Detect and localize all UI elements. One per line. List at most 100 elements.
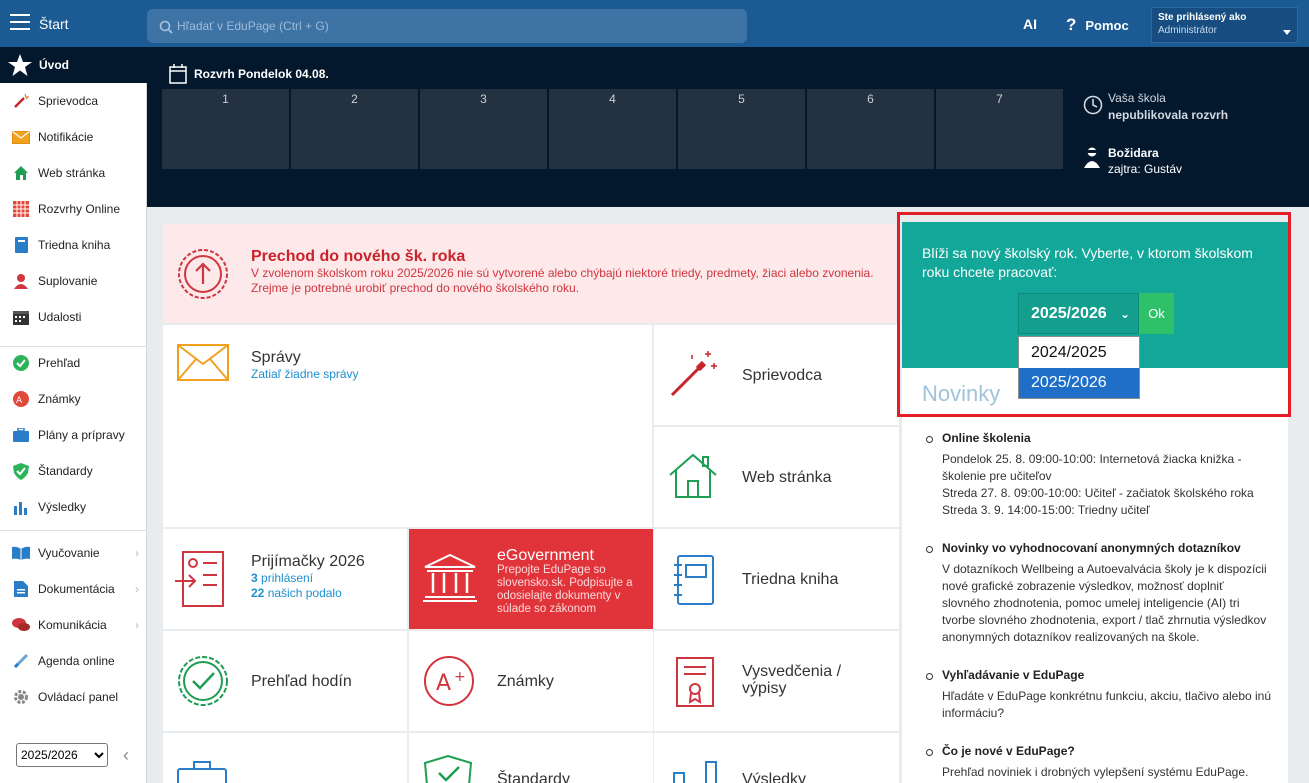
user-role: Administrátor (1158, 25, 1217, 36)
tile-title: Prijímačky 2026 (251, 553, 365, 570)
period-cell[interactable]: 4 (549, 89, 676, 169)
svg-text:A: A (16, 396, 23, 406)
collapse-sidebar-icon[interactable]: ‹ (123, 745, 129, 766)
sidebar-item-uvod[interactable]: Úvod (0, 47, 147, 83)
sidebar-item-suplovanie[interactable]: Suplovanie (0, 266, 147, 296)
year-dropdown-list: 2024/2025 2025/2026 (1018, 336, 1140, 399)
count-label: našich podalo (267, 586, 342, 600)
pen-icon (12, 652, 30, 670)
period-cell[interactable]: 2 (291, 89, 418, 169)
news-item-title: Čo je nové v EduPage? (924, 743, 1274, 760)
tile-prehlad-hodin[interactable]: Prehľad hodín (163, 631, 407, 731)
year-option-2025-2026[interactable]: 2025/2026 (1019, 368, 1139, 398)
sidebar-item-notifikacie[interactable]: Notifikácie (0, 122, 147, 152)
tile-web-stranka[interactable]: Web stránka (654, 427, 899, 527)
search-icon (159, 20, 173, 34)
start-label[interactable]: Štart (39, 16, 69, 32)
nameday-tomorrow: zajtra: Gustáv (1108, 162, 1183, 176)
sidebar-item-sprievodca[interactable]: Sprievodca (0, 86, 147, 116)
search-box[interactable] (147, 9, 747, 43)
sidebar-item-dokumentacia[interactable]: Dokumentácia › (0, 574, 147, 604)
envelope-icon (177, 344, 229, 381)
count-label: prihlásení (261, 571, 314, 585)
shield-check-icon (423, 755, 473, 783)
user-line-1: Ste prihlásený ako (1158, 12, 1247, 23)
period-cell[interactable]: 6 (807, 89, 934, 169)
sidebar-item-vysledky[interactable]: Výsledky (0, 492, 147, 522)
news-item[interactable]: Online školenia Pondelok 25. 8. 09:00-10… (924, 430, 1274, 519)
chat-bubbles-icon (12, 616, 30, 634)
tile-prijimacky[interactable]: Prijímačky 2026 3 prihlásení 22 našich p… (163, 529, 407, 629)
user-menu[interactable]: Ste prihlásený ako Administrátor (1151, 7, 1298, 43)
tile-plany[interactable] (163, 733, 407, 783)
tile-triedna-kniha[interactable]: Triedna kniha (654, 529, 899, 629)
sidebar-item-standardy[interactable]: Štandardy (0, 456, 147, 486)
tile-znamky[interactable]: A + Známky (409, 631, 653, 731)
tile-title: Vysvedčenia / výpisy (742, 663, 842, 697)
sidebar-item-vyucovanie[interactable]: Vyučovanie › (0, 538, 147, 568)
tile-spravy[interactable]: Správy Zatiaľ žiadne správy (163, 325, 652, 527)
year-transition-notice[interactable]: Prechod do nového šk. roka V zvolenom šk… (163, 224, 896, 323)
sidebar-item-label: Web stránka (38, 166, 106, 180)
sidebar-item-label: Suplovanie (38, 274, 98, 288)
news-item-body: Prehľad noviniek i drobných vylepšení sy… (942, 765, 1249, 779)
clock-icon (1083, 95, 1103, 115)
school-year-select[interactable]: 2025/2026 ⌄ (1018, 293, 1139, 334)
sidebar-item-web[interactable]: Web stránka (0, 158, 147, 188)
sidebar-divider (0, 346, 147, 347)
notice-title: Prechod do nového šk. roka (251, 248, 466, 265)
news-item[interactable]: Vyhľadávanie v EduPage Hľadáte v EduPage… (924, 667, 1274, 722)
calendar-icon (12, 308, 30, 326)
news-item-title: Novinky vo vyhodnocovaní anonymných dota… (924, 540, 1274, 557)
star-icon (8, 54, 32, 76)
nameday-today: Božidara (1108, 146, 1159, 160)
confirm-year-button[interactable]: Ok (1139, 293, 1174, 334)
ai-button[interactable]: AI (1023, 16, 1037, 32)
period-cell[interactable]: 7 (936, 89, 1063, 169)
news-item-body: Hľadáte v EduPage konkrétnu funkciu, akc… (942, 689, 1272, 720)
sidebar-item-triedna[interactable]: Triedna kniha (0, 230, 147, 260)
sidebar-item-ovladaci-panel[interactable]: Ovládací panel (0, 682, 147, 712)
search-input[interactable] (177, 9, 737, 43)
tile-vysledky[interactable]: Výsledky (654, 733, 899, 783)
tile-sprievodca[interactable]: Sprievodca (654, 325, 899, 425)
briefcase-icon (12, 426, 30, 444)
help-button[interactable]: ? Pomoc (1066, 15, 1129, 35)
tile-vysvedcenia[interactable]: Vysvedčenia / výpisy (654, 631, 899, 731)
hamburger-menu-icon[interactable] (10, 14, 30, 30)
news-item[interactable]: Novinky vo vyhodnocovaní anonymných dota… (924, 540, 1274, 646)
sidebar-item-label: Štandardy (38, 464, 93, 478)
tile-title: Štandardy (497, 771, 570, 783)
news-item-body: V dotazníkoch Wellbeing a Autoevalvácia … (942, 562, 1267, 644)
certificate-icon (676, 657, 714, 707)
sidebar-item-znamky[interactable]: A Známky (0, 384, 147, 414)
sidebar-item-plany[interactable]: Plány a prípravy (0, 420, 147, 450)
tile-standardy[interactable]: Štandardy (409, 733, 653, 783)
year-option-2024-2025[interactable]: 2024/2025 (1019, 338, 1139, 368)
sidebar-item-rozvrhy[interactable]: Rozvrhy Online (0, 194, 147, 224)
briefcase-icon (177, 761, 227, 783)
sidebar-item-komunikacia[interactable]: Komunikácia › (0, 610, 147, 640)
period-cell[interactable]: 5 (678, 89, 805, 169)
info-text-bold: nepublikovala rozvrh (1108, 108, 1229, 122)
chevron-right-icon: › (135, 582, 139, 596)
timetable-grid: 1 2 3 4 5 6 7 (162, 89, 1063, 169)
period-cell[interactable]: 3 (420, 89, 547, 169)
open-book-icon (12, 544, 30, 562)
bar-chart-icon (12, 498, 30, 516)
svg-text:+: + (454, 669, 466, 685)
tile-egovernment[interactable]: eGovernment Prepojte EduPage so slovensk… (409, 529, 653, 629)
period-cell[interactable]: 1 (162, 89, 289, 169)
sidebar-item-udalosti[interactable]: Udalosti (0, 302, 147, 332)
news-item[interactable]: Čo je nové v EduPage? Prehľad noviniek i… (924, 743, 1274, 781)
tile-title: Prehľad hodín (251, 673, 352, 690)
person-icon (1084, 147, 1100, 168)
sidebar-item-agenda[interactable]: Agenda online (0, 646, 147, 676)
tile-title: Triedna kniha (742, 571, 839, 588)
sidebar-item-prehlad[interactable]: Prehľad (0, 348, 147, 378)
chevron-right-icon: › (135, 618, 139, 632)
grade-a-plus-icon: A + (424, 656, 474, 706)
house-icon (669, 453, 717, 498)
sidebar-year-select[interactable]: 2025/2026 (16, 743, 108, 767)
timetable-title[interactable]: Rozvrh Pondelok 04.08. (169, 64, 329, 84)
